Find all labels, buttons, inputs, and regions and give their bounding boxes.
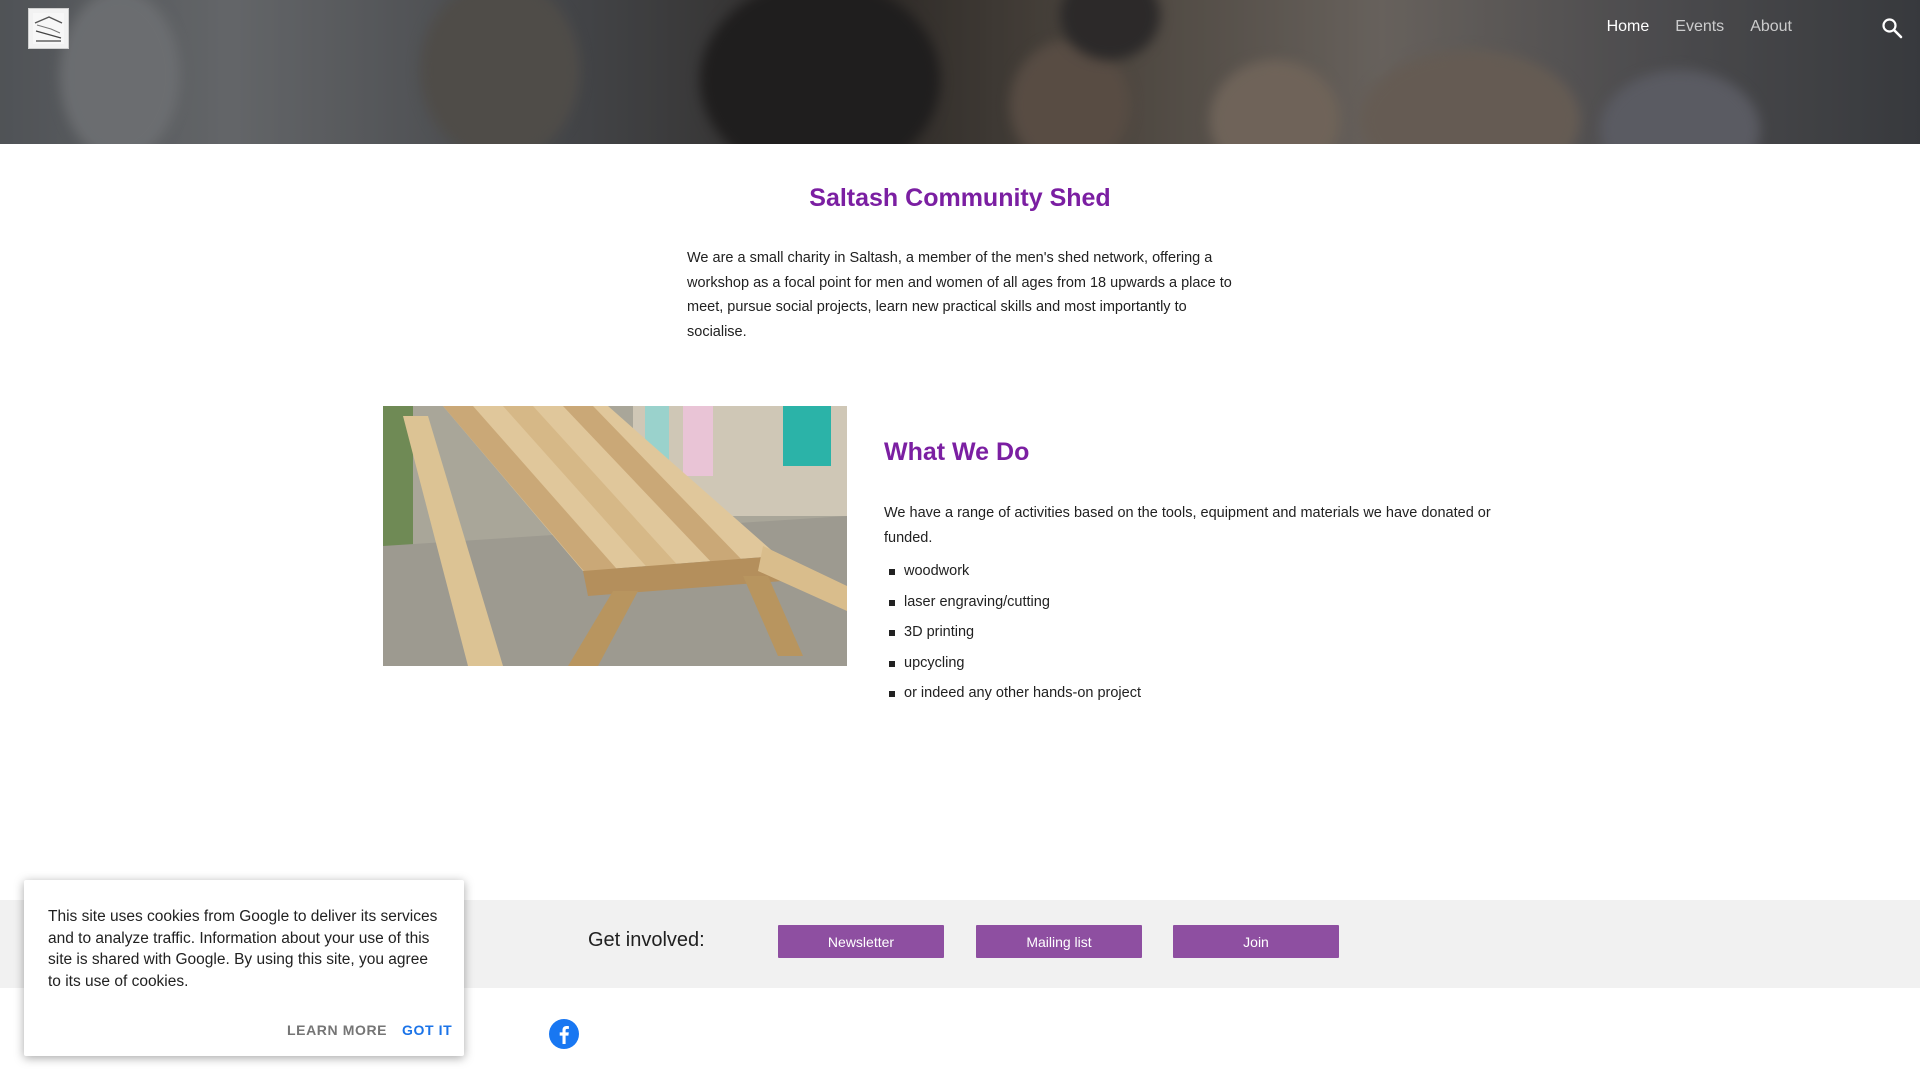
mailing-list-button[interactable]: Mailing list bbox=[976, 925, 1142, 958]
list-item: upcycling bbox=[884, 648, 1141, 679]
header-banner: Home Events About bbox=[0, 0, 1920, 144]
site-logo-icon bbox=[33, 13, 64, 44]
list-item: or indeed any other hands-on project bbox=[884, 678, 1141, 709]
nav-item-home[interactable]: Home bbox=[1607, 18, 1650, 36]
got-it-button[interactable]: GOT IT bbox=[402, 1022, 452, 1038]
join-button[interactable]: Join bbox=[1173, 925, 1339, 958]
newsletter-button[interactable]: Newsletter bbox=[778, 925, 944, 958]
site-logo[interactable] bbox=[28, 8, 69, 49]
list-item: 3D printing bbox=[884, 617, 1141, 648]
intro-text: We are a small charity in Saltash, a mem… bbox=[687, 250, 1232, 340]
activity-list: woodwork laser engraving/cutting 3D prin… bbox=[884, 556, 1141, 709]
what-we-do-text: We have a range of activities based on t… bbox=[884, 505, 1491, 546]
nav-item-events[interactable]: Events bbox=[1675, 18, 1724, 36]
learn-more-button[interactable]: LEARN MORE bbox=[287, 1022, 387, 1038]
facebook-icon[interactable] bbox=[548, 1018, 580, 1050]
nav-item-about[interactable]: About bbox=[1750, 18, 1792, 36]
page-title: Saltash Community Shed bbox=[809, 184, 1111, 212]
main-nav: Home Events About bbox=[1607, 18, 1792, 36]
picnic-table-photo bbox=[383, 406, 847, 666]
get-involved-label: Get involved: bbox=[588, 929, 705, 951]
section-title-what-we-do: What We Do bbox=[884, 438, 1030, 466]
search-icon[interactable] bbox=[1880, 16, 1904, 40]
list-item: woodwork bbox=[884, 556, 1141, 587]
cookie-text: This site uses cookies from Google to de… bbox=[48, 908, 438, 990]
list-item: laser engraving/cutting bbox=[884, 587, 1141, 618]
cookie-notice: This site uses cookies from Google to de… bbox=[24, 880, 464, 1056]
